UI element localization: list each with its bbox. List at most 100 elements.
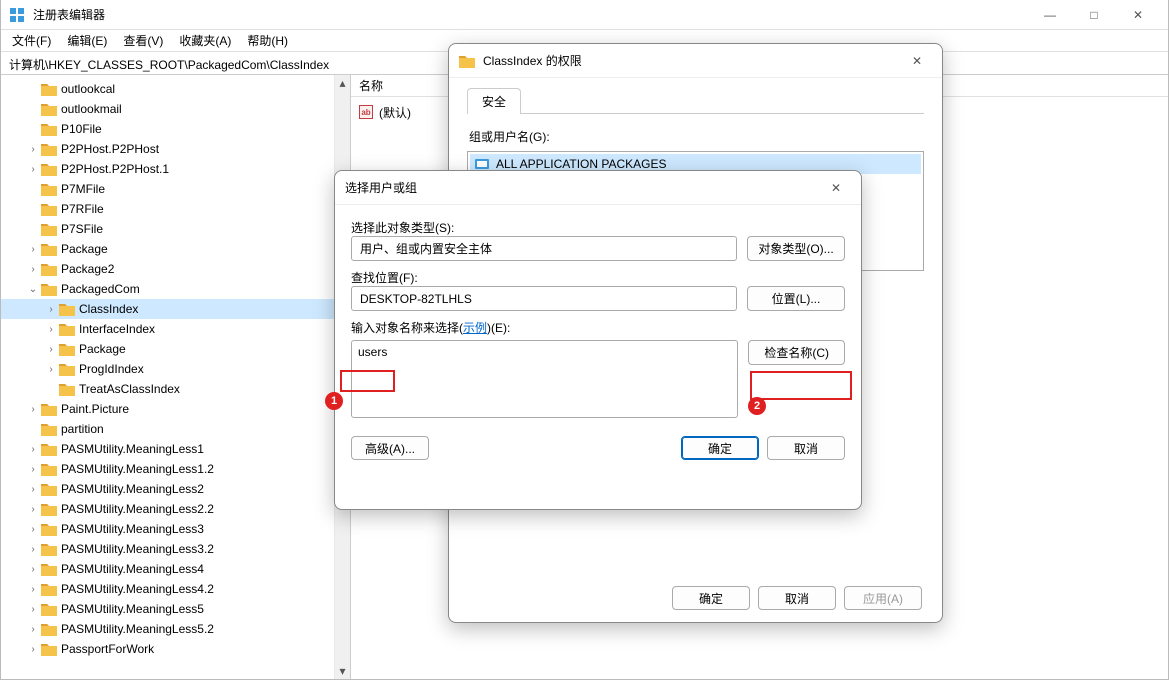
chevron-down-icon[interactable]: ⌄ (27, 284, 39, 295)
select-dialog-titlebar[interactable]: 选择用户或组 ✕ (335, 171, 861, 205)
chevron-right-icon[interactable]: › (27, 164, 39, 175)
chevron-right-icon[interactable]: › (27, 584, 39, 595)
select-dialog-title: 选择用户或组 (345, 179, 821, 196)
tree-item[interactable]: P7SFile (1, 219, 350, 239)
maximize-button[interactable]: □ (1072, 0, 1116, 30)
chevron-right-icon[interactable]: › (27, 524, 39, 535)
tree-item-label: InterfaceIndex (79, 322, 155, 336)
check-names-button[interactable]: 检查名称(C) (748, 340, 845, 365)
tree-item[interactable]: ›PASMUtility.MeaningLess3.2 (1, 539, 350, 559)
tree-item[interactable]: ›PassportForWork (1, 639, 350, 659)
menu-favorites[interactable]: 收藏夹(A) (172, 30, 238, 51)
select-dialog-close-icon[interactable]: ✕ (821, 181, 851, 195)
scroll-down-icon[interactable]: ▾ (335, 663, 350, 679)
tree-item[interactable]: ›P2PHost.P2PHost (1, 139, 350, 159)
location-label: 查找位置(F): (351, 269, 845, 286)
folder-icon (459, 54, 475, 68)
menu-view[interactable]: 查看(V) (116, 30, 170, 51)
tree-item[interactable]: ›PASMUtility.MeaningLess4.2 (1, 579, 350, 599)
names-label-prefix: 输入对象名称来选择( (351, 321, 463, 335)
folder-icon (59, 322, 75, 336)
object-types-button[interactable]: 对象类型(O)... (747, 236, 845, 261)
folder-icon (41, 422, 57, 436)
tree-item[interactable]: outlookmail (1, 99, 350, 119)
tree-item[interactable]: ⌄PackagedCom (1, 279, 350, 299)
permissions-cancel-button[interactable]: 取消 (758, 586, 836, 610)
tree-item[interactable]: ›Paint.Picture (1, 399, 350, 419)
select-ok-button[interactable]: 确定 (681, 436, 759, 460)
chevron-right-icon[interactable]: › (27, 484, 39, 495)
chevron-right-icon[interactable]: › (27, 464, 39, 475)
tree-item[interactable]: P10File (1, 119, 350, 139)
tree-item[interactable]: ›PASMUtility.MeaningLess1.2 (1, 459, 350, 479)
tree-item[interactable]: ›ClassIndex (1, 299, 350, 319)
tree-item[interactable]: outlookcal (1, 79, 350, 99)
chevron-right-icon[interactable]: › (45, 344, 57, 355)
scroll-up-icon[interactable]: ▴ (335, 75, 350, 91)
object-names-label: 输入对象名称来选择(示例)(E): (351, 319, 845, 336)
chevron-right-icon[interactable]: › (27, 644, 39, 655)
minimize-button[interactable]: — (1028, 0, 1072, 30)
tree-item[interactable]: ›PASMUtility.MeaningLess1 (1, 439, 350, 459)
chevron-right-icon[interactable]: › (27, 404, 39, 415)
folder-icon (41, 162, 57, 176)
object-type-label: 选择此对象类型(S): (351, 219, 845, 236)
tree-item[interactable]: P7RFile (1, 199, 350, 219)
chevron-right-icon[interactable]: › (27, 244, 39, 255)
tree-item[interactable]: › PASMUtility.MeaningLess3 (1, 519, 350, 539)
permissions-dialog-close-icon[interactable]: ✕ (902, 54, 932, 68)
folder-icon (41, 262, 57, 276)
registry-tree[interactable]: outlookcaloutlookmailP10File›P2PHost.P2P… (1, 77, 350, 661)
example-link[interactable]: 示例 (463, 321, 487, 335)
regedit-app-icon (9, 7, 25, 23)
tree-item-label: PASMUtility.MeaningLess5.2 (61, 622, 214, 636)
select-cancel-button[interactable]: 取消 (767, 436, 845, 460)
tree-item[interactable]: › P2PHost.P2PHost.1 (1, 159, 350, 179)
object-type-field: 用户、组或内置安全主体 (351, 236, 737, 261)
chevron-right-icon[interactable]: › (27, 624, 39, 635)
tree-item[interactable]: › PASMUtility.MeaningLess5.2 (1, 619, 350, 639)
close-button[interactable]: ✕ (1116, 0, 1160, 30)
tree-item[interactable]: › InterfaceIndex (1, 319, 350, 339)
tree-item-label: P2PHost.P2PHost.1 (61, 162, 169, 176)
tree-item[interactable]: ›Package2 (1, 259, 350, 279)
tree-item-label: PASMUtility.MeaningLess3 (61, 522, 204, 536)
tree-item[interactable]: TreatAsClassIndex (1, 379, 350, 399)
menu-help[interactable]: 帮助(H) (240, 30, 295, 51)
tree-item[interactable]: ›Package (1, 239, 350, 259)
select-advanced-button[interactable]: 高级(A)... (351, 436, 429, 460)
chevron-right-icon[interactable]: › (45, 364, 57, 375)
permissions-dialog-buttons: 确定 取消 应用(A) (449, 586, 942, 610)
chevron-right-icon[interactable]: › (27, 264, 39, 275)
folder-icon (41, 562, 57, 576)
tree-item[interactable]: ›PASMUtility.MeaningLess2 (1, 479, 350, 499)
object-names-textarea[interactable] (351, 340, 738, 418)
menu-file[interactable]: 文件(F) (5, 30, 58, 51)
tree-item[interactable]: ›PASMUtility.MeaningLess4 (1, 559, 350, 579)
permissions-apply-button[interactable]: 应用(A) (844, 586, 922, 610)
tree-item-label: P7SFile (61, 222, 103, 236)
tree-item[interactable]: ›PASMUtility.MeaningLess5 (1, 599, 350, 619)
tab-security[interactable]: 安全 (467, 88, 521, 114)
permissions-ok-button[interactable]: 确定 (672, 586, 750, 610)
tree-item[interactable]: ›PASMUtility.MeaningLess2.2 (1, 499, 350, 519)
chevron-right-icon[interactable]: › (27, 444, 39, 455)
chevron-right-icon[interactable]: › (27, 604, 39, 615)
tree-item[interactable]: partition (1, 419, 350, 439)
tree-item[interactable]: ›ProgIdIndex (1, 359, 350, 379)
chevron-right-icon[interactable]: › (27, 144, 39, 155)
locations-button[interactable]: 位置(L)... (747, 286, 845, 311)
tree-item[interactable]: ›Package (1, 339, 350, 359)
folder-icon (41, 82, 57, 96)
folder-icon (41, 542, 57, 556)
chevron-right-icon[interactable]: › (45, 304, 57, 315)
chevron-right-icon[interactable]: › (27, 544, 39, 555)
names-label-suffix: )(E): (487, 321, 510, 335)
permissions-dialog-titlebar[interactable]: ClassIndex 的权限 ✕ (449, 44, 942, 78)
chevron-right-icon[interactable]: › (45, 324, 57, 335)
tree-item[interactable]: P7MFile (1, 179, 350, 199)
chevron-right-icon[interactable]: › (27, 504, 39, 515)
chevron-right-icon[interactable]: › (27, 564, 39, 575)
column-name[interactable]: 名称 (359, 77, 459, 94)
menu-edit[interactable]: 编辑(E) (60, 30, 114, 51)
